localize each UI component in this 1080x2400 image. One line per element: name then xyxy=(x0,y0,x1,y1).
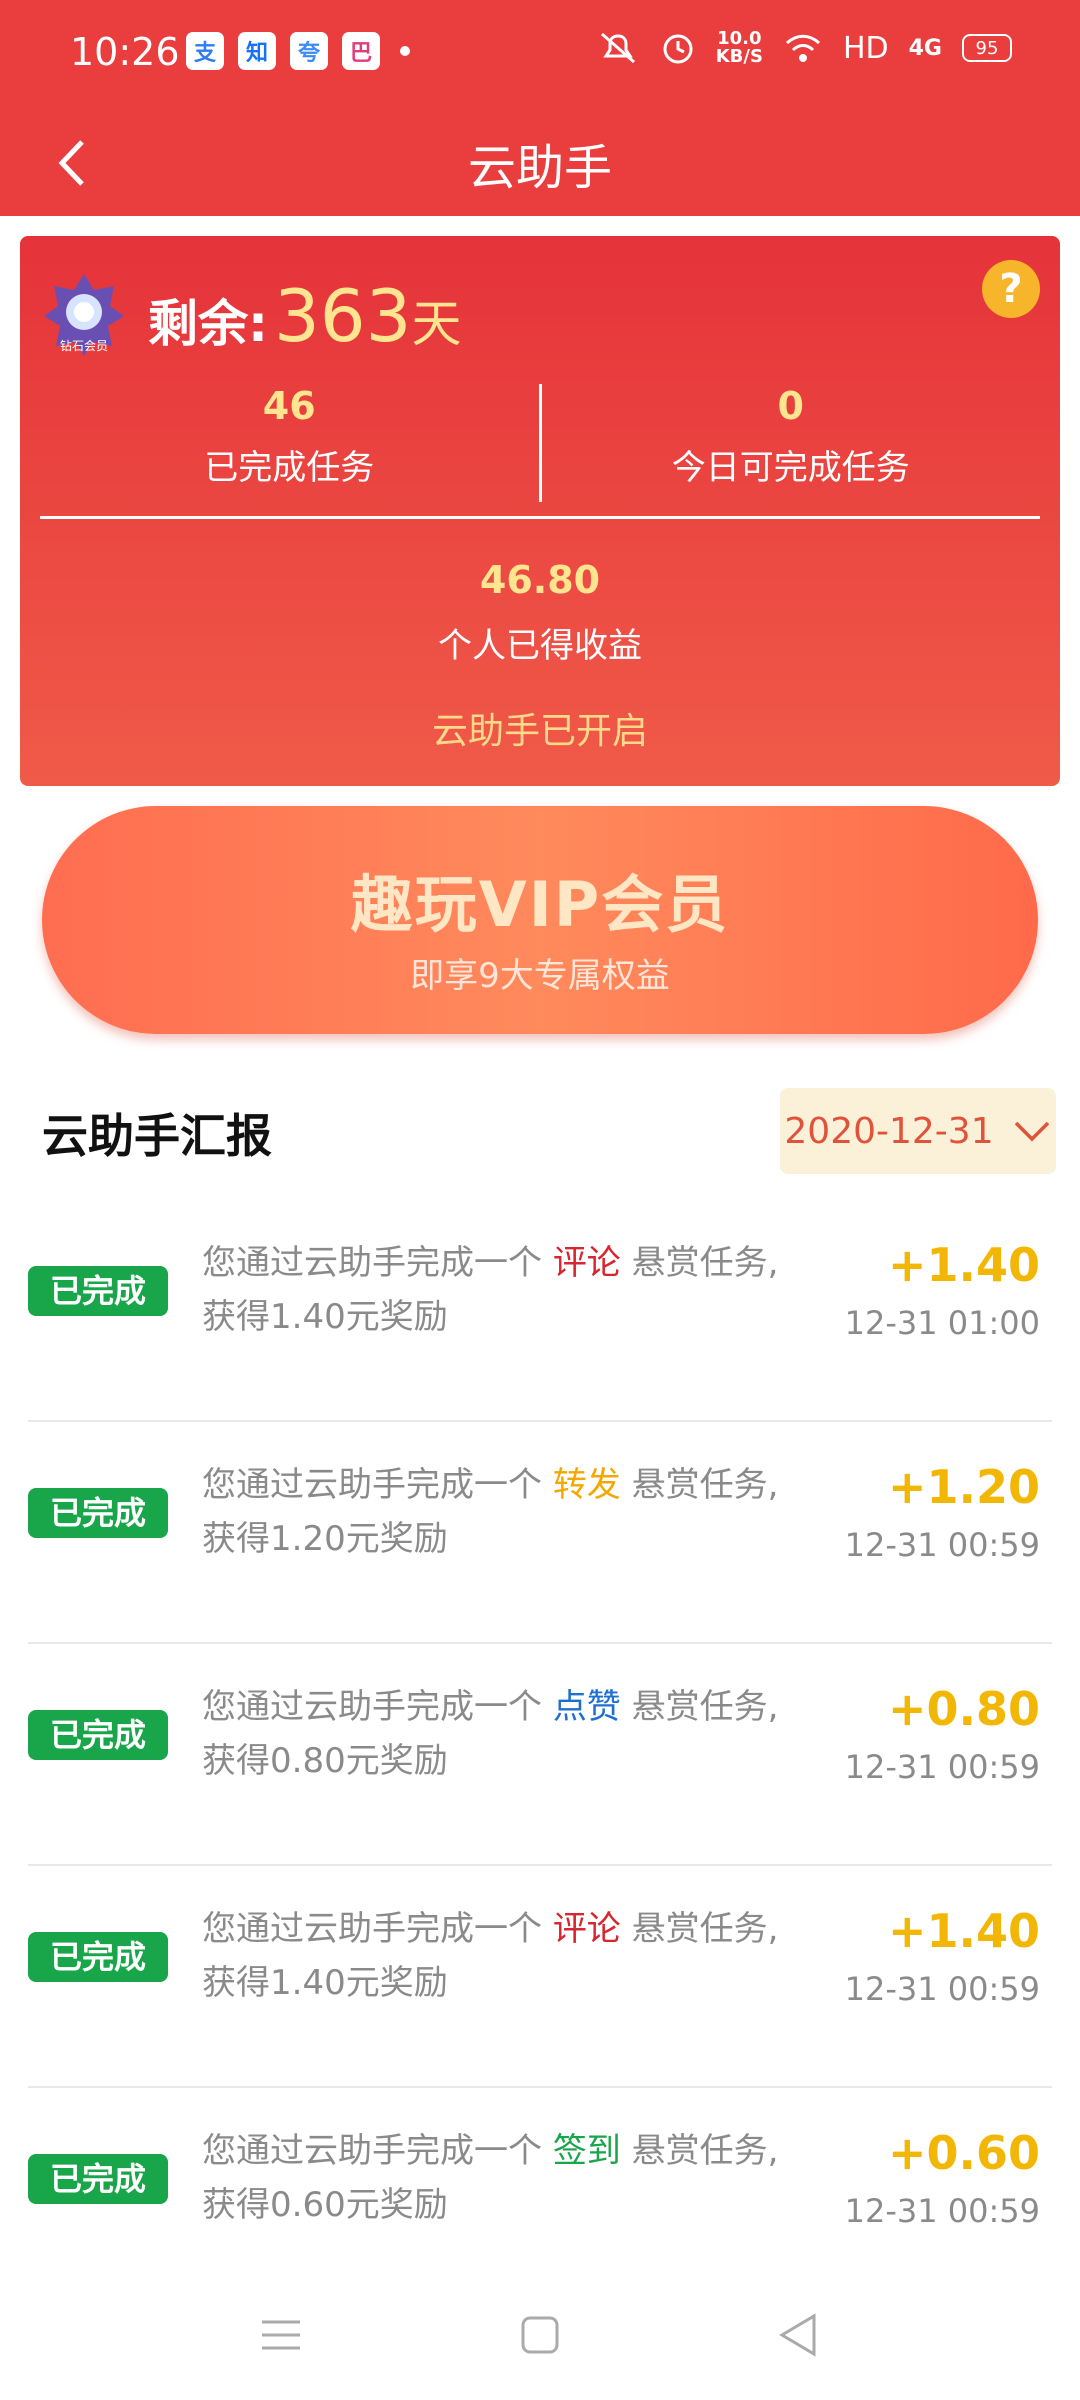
status-bar: 10:26 支 知 夸 巴 10.0 KB/S HD 4G 95 xyxy=(0,0,1080,108)
page-title: 云助手 xyxy=(467,140,612,196)
status-badge: 已完成 xyxy=(28,1710,168,1760)
alipay-icon: 支 xyxy=(186,32,224,70)
list-item: 已完成 您通过云助手完成一个 转发 悬赏任务, 获得1.20元奖励 +1.20 … xyxy=(0,1422,1080,1644)
vip-banner-button[interactable]: 趣玩VIP会员 即享9大专属权益 xyxy=(42,806,1038,1034)
member-card: 钻石会员 剩余: 363 天 ? 46 已完成任务 0 今日可完成任务 46.8… xyxy=(20,236,1060,786)
task-type: 签到 xyxy=(552,2131,621,2171)
item-message: 您通过云助手完成一个 签到 悬赏任务, 获得0.60元奖励 xyxy=(202,2131,779,2225)
diamond-member-badge-icon: 钻石会员 xyxy=(44,274,124,356)
app-header-area: 10:26 支 知 夸 巴 10.0 KB/S HD 4G 95 云助手 xyxy=(0,0,1080,216)
battery-icon: 95 xyxy=(962,34,1012,62)
task-type: 评论 xyxy=(552,1909,621,1949)
reward-amount: +1.40 xyxy=(887,1904,1040,1958)
stat-today-available: 0 今日可完成任务 xyxy=(671,384,910,488)
reward-amount: +1.20 xyxy=(887,1460,1040,1514)
reward-amount: +1.40 xyxy=(887,1238,1040,1292)
zhihu-icon: 知 xyxy=(238,32,276,70)
vip-subtitle: 即享9大专属权益 xyxy=(410,956,670,996)
item-message: 您通过云助手完成一个 转发 悬赏任务, 获得1.20元奖励 xyxy=(202,1465,779,1559)
earnings-value: 46.80 xyxy=(479,558,601,602)
item-time: 12-31 00:59 xyxy=(844,1748,1040,1786)
item-time: 12-31 01:00 xyxy=(844,1304,1040,1342)
status-badge: 已完成 xyxy=(28,1932,168,1982)
earnings-label: 个人已得收益 xyxy=(438,626,642,666)
status-badge: 已完成 xyxy=(28,2154,168,2204)
list-item: 已完成 您通过云助手完成一个 点赞 悬赏任务, 获得0.80元奖励 +0.80 … xyxy=(0,1644,1080,1866)
vip-title: 趣玩VIP会员 xyxy=(350,868,730,941)
item-time: 12-31 00:59 xyxy=(844,2192,1040,2230)
notification-icons: 支 知 夸 巴 xyxy=(186,32,410,70)
report-list: 已完成 您通过云助手完成一个 评论 悬赏任务, 获得1.40元奖励 +1.40 … xyxy=(0,1200,1080,2310)
task-stats: 46 已完成任务 0 今日可完成任务 xyxy=(40,384,1040,504)
system-nav-bar xyxy=(0,2270,1080,2400)
date-picker[interactable]: 2020-12-31 xyxy=(780,1088,1056,1174)
quark-icon: 夸 xyxy=(290,32,328,70)
back-nav-icon[interactable] xyxy=(774,2310,824,2360)
mute-icon xyxy=(600,32,635,64)
item-time: 12-31 00:59 xyxy=(844,1970,1040,2008)
menu-icon[interactable] xyxy=(256,2310,306,2360)
report-title: 云助手汇报 xyxy=(42,1109,272,1163)
chevron-down-icon xyxy=(1014,1121,1049,1142)
item-message: 您通过云助手完成一个 点赞 悬赏任务, 获得0.80元奖励 xyxy=(202,1687,779,1781)
assistant-status: 云助手已开启 xyxy=(431,711,648,752)
home-icon[interactable] xyxy=(515,2310,565,2360)
net-speed: 10.0 KB/S xyxy=(715,28,763,67)
hd-indicator: HD xyxy=(842,30,889,66)
reward-amount: +0.60 xyxy=(887,2126,1040,2180)
status-badge: 已完成 xyxy=(28,1266,168,1316)
task-type: 评论 xyxy=(552,1243,621,1283)
task-type: 转发 xyxy=(552,1465,621,1505)
app-notification-icon: 巴 xyxy=(342,32,380,70)
status-time: 10:26 xyxy=(70,30,180,74)
status-indicators: 10.0 KB/S HD 4G 95 xyxy=(596,30,1012,66)
stat-completed-tasks: 46 已完成任务 xyxy=(204,384,375,488)
reward-amount: +0.80 xyxy=(887,1682,1040,1736)
item-time: 12-31 00:59 xyxy=(844,1526,1040,1564)
svg-text:钻石会员: 钻石会员 xyxy=(60,338,108,353)
signal-icon: 4G xyxy=(908,35,942,61)
status-badge: 已完成 xyxy=(28,1488,168,1538)
wifi-icon xyxy=(785,34,820,62)
item-message: 您通过云助手完成一个 评论 悬赏任务, 获得1.40元奖励 xyxy=(202,1243,779,1337)
nav-header: 云助手 xyxy=(0,108,1080,216)
more-notifications-dot xyxy=(400,46,410,56)
help-icon[interactable]: ? xyxy=(982,260,1040,318)
card-divider xyxy=(40,516,1040,519)
task-type: 点赞 xyxy=(552,1687,621,1727)
list-item: 已完成 您通过云助手完成一个 评论 悬赏任务, 获得1.40元奖励 +1.40 … xyxy=(0,1200,1080,1422)
alarm-icon xyxy=(663,34,693,64)
list-item: 已完成 您通过云助手完成一个 评论 悬赏任务, 获得1.40元奖励 +1.40 … xyxy=(0,1866,1080,2088)
date-value: 2020-12-31 xyxy=(784,1110,994,1152)
item-message: 您通过云助手完成一个 评论 悬赏任务, 获得1.40元奖励 xyxy=(202,1909,779,2003)
remaining-days: 剩余: 363 天 xyxy=(148,274,462,358)
